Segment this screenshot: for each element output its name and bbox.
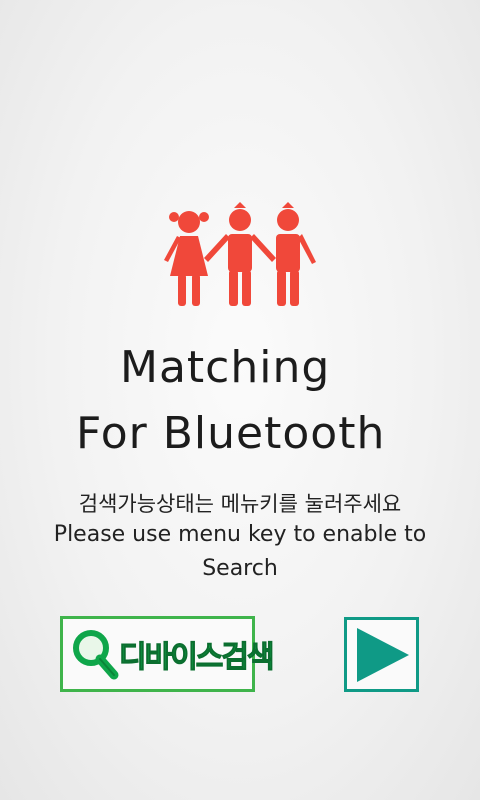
instruction-english-line2: Search — [202, 556, 278, 581]
app-title-line1: Matching — [120, 342, 331, 393]
device-search-label: 디바이스검색 — [119, 640, 276, 676]
magnifier-icon — [73, 630, 119, 680]
app-title-line2: For Bluetooth — [76, 408, 386, 459]
instruction-english-line1: Please use menu key to enable to — [53, 522, 427, 547]
three-children-icon — [164, 202, 316, 306]
instruction-korean: 검색가능상태는 메뉴키를 눌러주세요 — [78, 492, 402, 516]
play-icon — [357, 628, 409, 682]
device-search-button[interactable]: 디바이스검색 — [60, 616, 275, 692]
start-button[interactable] — [344, 617, 419, 692]
